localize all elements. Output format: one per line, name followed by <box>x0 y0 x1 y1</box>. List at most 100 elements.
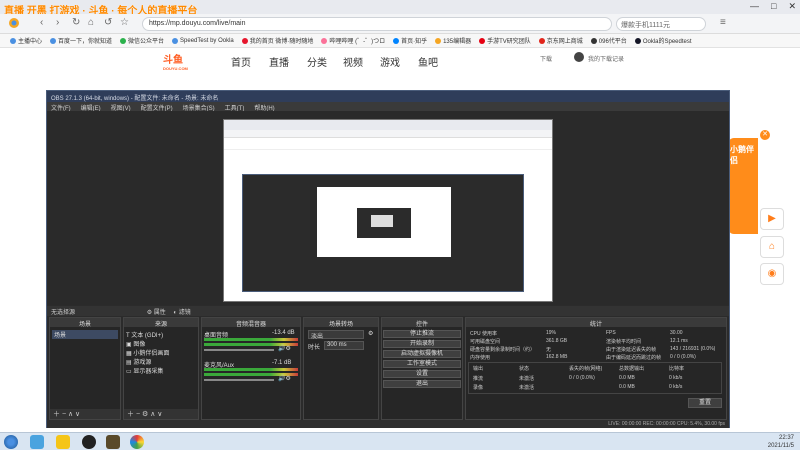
bookmark-item[interactable]: 主播中心 <box>10 37 42 45</box>
start-recording-button[interactable]: 开始录制 <box>383 340 461 348</box>
menu-icon[interactable]: ≡ <box>720 17 726 28</box>
mic-volume-slider[interactable] <box>204 379 274 381</box>
bookmark-item[interactable]: 京东网上商城 <box>538 37 583 45</box>
obs-preview[interactable] <box>47 111 729 305</box>
transition-settings-icon[interactable]: ⚙ <box>368 330 373 337</box>
history-icon[interactable]: ↺ <box>104 17 112 28</box>
nav-game[interactable]: 游戏 <box>380 54 400 69</box>
obs-taskbar-icon[interactable] <box>82 435 96 449</box>
reload-icon[interactable]: ↻ <box>72 17 80 28</box>
dock-title: 来源 <box>124 318 198 328</box>
menu-edit[interactable]: 编辑(E) <box>81 103 101 112</box>
sources-dock: 来源 T 文本 (GDI+) ▣ 图像 ▦ 小鹅伴侣画面 ▤ 游戏源 ▭ 显示器… <box>123 317 199 420</box>
taskbar-app-icon[interactable] <box>56 435 70 449</box>
dock-title: 场景转场 <box>304 318 378 328</box>
duration-input[interactable]: 300 ms <box>324 341 364 350</box>
download-link[interactable]: 下载 <box>540 54 552 63</box>
side-banner[interactable]: 小鹅伴侣 <box>728 138 758 234</box>
bookmark-item[interactable]: 首页·知乎 <box>393 37 427 45</box>
source-item[interactable]: ▭ 显示器采集 <box>126 366 163 375</box>
nav-category[interactable]: 分类 <box>307 54 327 69</box>
settings-button[interactable]: 设置 <box>383 370 461 378</box>
maximize-button[interactable]: □ <box>771 1 776 12</box>
output-cell: 0.0 MB <box>619 375 635 381</box>
stat-label: 由于渲染延迟丢失的帧 <box>606 347 657 353</box>
stat-label: 硬盘容量剩余录制时间（约） <box>470 347 536 353</box>
back-icon[interactable]: ‹ <box>40 17 43 28</box>
browser-toolbar: ‹ › ↻ ⌂ ↺ ☆ https://mp.douyu.com/live/ma… <box>0 14 800 34</box>
bookmark-item[interactable]: 哔哩哔哩 (゜-゜)つロ <box>321 37 385 45</box>
speaker-icon[interactable]: 🔊⚙ <box>278 345 291 352</box>
stat-label: 可用磁盘空间 <box>470 339 501 345</box>
stat-label: 由于编码延迟而跳过的帧 <box>606 355 662 361</box>
source-item[interactable]: ▣ 图像 <box>126 339 145 348</box>
forward-icon[interactable]: › <box>56 17 59 28</box>
bookmarks-bar: 主播中心 百度一下，你就知道 微信公众平台 SpeedTest by Ookla… <box>0 34 800 48</box>
source-controls[interactable]: ＋ − ⚙ ∧ ∨ <box>124 409 198 419</box>
output-cell: 推流 <box>473 376 484 382</box>
virtual-camera-button[interactable]: 启动虚拟摄像机 <box>383 350 461 358</box>
play-icon[interactable]: ▶ <box>760 208 784 230</box>
close-banner-button[interactable]: ✕ <box>760 130 770 140</box>
reset-button[interactable]: 重置 <box>688 398 722 408</box>
bookmark-item[interactable]: 135编辑器 <box>435 37 471 45</box>
nav-home[interactable]: 首页 <box>231 54 251 69</box>
nav-live[interactable]: 直播 <box>269 54 289 69</box>
output-cell: 0 kb/s <box>669 384 683 390</box>
source-item[interactable]: T 文本 (GDI+) <box>126 330 163 339</box>
mic-icon[interactable]: 🔊⚙ <box>278 375 291 382</box>
home-icon[interactable]: ⌂ <box>88 17 94 28</box>
mixer-desktop-db: -13.4 dB <box>272 330 295 336</box>
search-input[interactable]: 爆款手机1111元 <box>616 17 706 31</box>
stat-label: 渲染帧平均时间 <box>606 339 642 345</box>
bookmark-item[interactable]: SpeedTest by Ookla <box>172 37 234 44</box>
menu-view[interactable]: 视图(V) <box>111 103 131 112</box>
menu-tools[interactable]: 工具(T) <box>225 103 245 112</box>
menu-help[interactable]: 帮助(H) <box>254 103 274 112</box>
source-item[interactable]: ▦ 小鹅伴侣画面 <box>126 348 169 357</box>
bookmark-item[interactable]: 096代平台 <box>590 37 627 45</box>
nav-fishbar[interactable]: 鱼吧 <box>418 54 438 69</box>
avatar[interactable] <box>574 52 584 62</box>
properties-button[interactable]: ⚙ 属性 <box>147 310 166 316</box>
bookmark-item[interactable]: 我的首页 微博·随时随地 <box>241 37 313 45</box>
filters-button[interactable]: ◐ 滤镜 <box>173 310 190 316</box>
bookmark-item[interactable]: 手游TV研究团队 <box>479 37 531 45</box>
game-icon[interactable]: ◉ <box>760 263 784 285</box>
obs-menu-bar: 文件(F) 编辑(E) 视图(V) 配置文件(P) 场景集合(S) 工具(T) … <box>47 102 729 112</box>
bookmark-item[interactable]: Ookla的Speedtest <box>634 37 692 45</box>
scene-item[interactable]: 场景 <box>52 330 118 339</box>
transition-select[interactable]: 淡出 <box>308 330 364 340</box>
minimize-button[interactable]: — <box>750 1 759 12</box>
taskbar: 22:37 2021/11/5 <box>0 432 800 450</box>
exit-button[interactable]: 退出 <box>383 380 461 388</box>
obs-title: OBS 27.1.3 (64-bit, windows) - 配置文件: 未命名… <box>47 91 729 102</box>
stop-streaming-button[interactable]: 停止推流 <box>383 330 461 338</box>
clock[interactable]: 22:37 2021/11/5 <box>768 434 794 450</box>
taskbar-app-icon[interactable] <box>106 435 120 449</box>
stat-value: 0 / 0 (0.0%) <box>670 354 696 360</box>
bookmark-item[interactable]: 微信公众平台 <box>120 37 164 45</box>
desktop-volume-slider[interactable] <box>204 349 274 351</box>
taskbar-app-icon[interactable] <box>30 435 44 449</box>
menu-scene-collection[interactable]: 场景集合(S) <box>183 103 215 112</box>
douyu-logo[interactable]: 斗鱼 DOUYU.COM <box>163 51 203 71</box>
source-item[interactable]: ▤ 游戏源 <box>126 357 151 366</box>
bookmark-item[interactable]: 百度一下，你就知道 <box>50 37 112 45</box>
menu-profile[interactable]: 配置文件(P) <box>141 103 173 112</box>
close-window-button[interactable]: ✕ <box>788 1 796 12</box>
scene-controls[interactable]: ＋ − ∧ ∨ <box>50 409 120 419</box>
browser-taskbar-icon[interactable] <box>130 435 144 449</box>
app-logo-icon[interactable] <box>8 17 20 32</box>
nav-video[interactable]: 视频 <box>343 54 363 69</box>
start-button[interactable] <box>4 435 18 449</box>
stat-value: 无 <box>546 347 552 353</box>
address-bar[interactable]: https://mp.douyu.com/live/main <box>142 17 612 31</box>
user-menu[interactable]: 我的下载记录 <box>588 54 624 63</box>
clock-time: 22:37 <box>778 435 794 441</box>
menu-file[interactable]: 文件(F) <box>51 103 71 112</box>
home-side-icon[interactable]: ⌂ <box>760 236 784 258</box>
star-icon[interactable]: ☆ <box>120 17 129 28</box>
studio-mode-button[interactable]: 工作室模式 <box>383 360 461 368</box>
obs-status-bar: LIVE: 00:00:00 REC: 00:00:00 CPU: 5.4%, … <box>47 420 729 428</box>
